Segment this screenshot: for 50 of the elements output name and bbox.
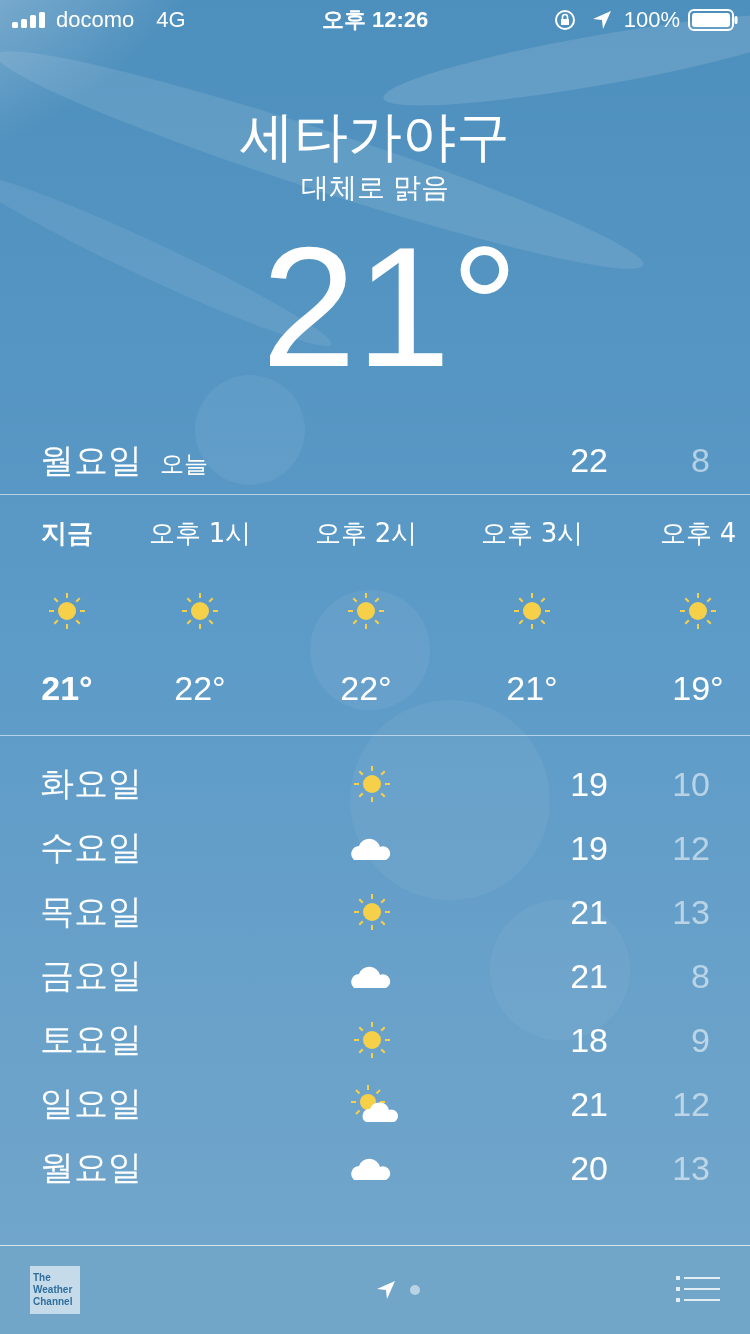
battery-icon xyxy=(688,9,738,31)
weekday-name: 일요일 xyxy=(40,1082,143,1125)
low-temperature: 9 xyxy=(690,1020,710,1060)
high-temperature: 20 xyxy=(569,1148,608,1188)
location-arrow-icon[interactable] xyxy=(376,1280,396,1300)
signal-icon xyxy=(12,12,48,28)
low-temperature: 12 xyxy=(671,828,710,868)
high-temperature: 21 xyxy=(569,956,608,996)
network-type: 4G xyxy=(156,7,186,33)
high-temperature: 21 xyxy=(569,1084,608,1124)
hour-temperature: 19° xyxy=(672,669,724,708)
hour-temperature: 22° xyxy=(174,669,226,708)
low-temperature: 8 xyxy=(690,956,710,996)
hour-temperature: 21° xyxy=(41,669,93,708)
city-name: 세타가야구 xyxy=(240,104,510,170)
current-temperature: 21° xyxy=(260,212,519,402)
weekday-name: 금요일 xyxy=(40,954,143,997)
list-icon[interactable] xyxy=(676,1276,720,1304)
high-temperature: 19 xyxy=(569,828,608,868)
low-temperature: 13 xyxy=(671,892,710,932)
low-temperature: 10 xyxy=(671,764,710,804)
weekday-name: 수요일 xyxy=(40,826,143,869)
low-temperature: 12 xyxy=(671,1084,710,1124)
rotation-lock-icon xyxy=(553,9,576,31)
high-temperature: 22 xyxy=(569,441,608,480)
weekday-name: 목요일 xyxy=(40,890,143,933)
today-day: 월요일 xyxy=(40,438,142,484)
location-arrow-icon xyxy=(591,10,612,30)
weather-channel-logo[interactable]: The Weather Channel xyxy=(30,1266,80,1314)
low-temperature: 13 xyxy=(671,1148,710,1188)
high-temperature: 21 xyxy=(569,892,608,932)
battery-percent: 100% xyxy=(623,7,680,33)
hour-temperature: 22° xyxy=(340,669,392,708)
today-label: 오늘 xyxy=(160,449,208,480)
page-dot[interactable] xyxy=(410,1285,420,1295)
hour-label: 지금 xyxy=(41,517,93,550)
hour-label: 오후 3시 xyxy=(480,517,584,550)
weekday-name: 화요일 xyxy=(40,762,143,805)
hour-temperature: 21° xyxy=(506,669,558,708)
hour-label: 오후 1시 xyxy=(148,517,252,550)
high-temperature: 18 xyxy=(569,1020,608,1060)
weather-condition: 대체로 맑음 xyxy=(300,170,450,206)
hour-label: 오후 4 xyxy=(659,517,737,550)
weekday-name: 월요일 xyxy=(40,1146,143,1189)
high-temperature: 19 xyxy=(569,764,608,804)
weekday-name: 토요일 xyxy=(40,1018,143,1061)
hour-label: 오후 2시 xyxy=(314,517,418,550)
clock-time: 오후 12:26 xyxy=(321,6,429,34)
carrier-name: docomo xyxy=(56,7,135,33)
low-temperature: 8 xyxy=(690,441,710,480)
